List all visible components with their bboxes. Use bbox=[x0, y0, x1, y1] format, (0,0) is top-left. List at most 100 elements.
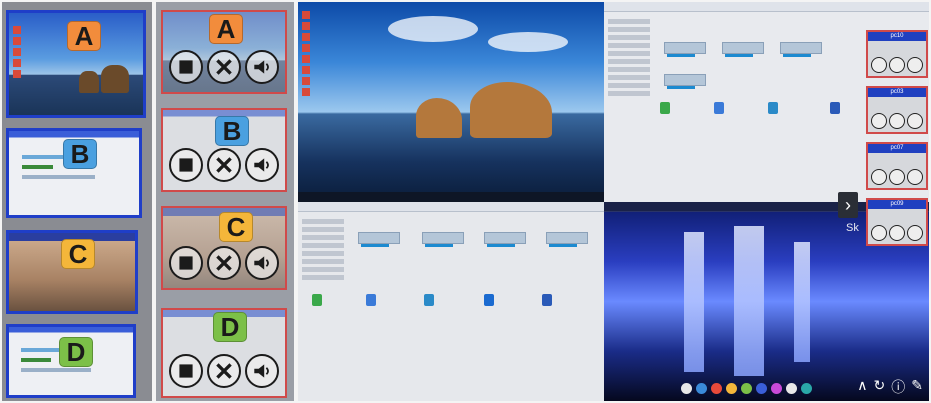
control-card-c[interactable]: C bbox=[161, 206, 287, 290]
control-card-b[interactable]: B bbox=[161, 108, 287, 192]
waterfall-image bbox=[734, 226, 764, 376]
stop-button[interactable] bbox=[169, 148, 203, 182]
dock-app-icon[interactable] bbox=[801, 383, 812, 394]
pen-icon[interactable]: ✎ bbox=[911, 377, 923, 397]
close-x-icon[interactable] bbox=[889, 169, 905, 185]
control-card-d[interactable]: D bbox=[161, 308, 287, 398]
card-label: A bbox=[67, 21, 101, 51]
refresh-icon[interactable]: ↻ bbox=[874, 377, 886, 397]
card-label: D bbox=[59, 337, 93, 367]
stop-icon[interactable] bbox=[871, 57, 887, 73]
quadrant-explorer-bottom[interactable] bbox=[298, 202, 604, 401]
file-icon[interactable] bbox=[830, 102, 840, 114]
dock-app-icon[interactable] bbox=[771, 383, 782, 394]
overlay-text: Sk bbox=[846, 222, 859, 234]
disconnect-button[interactable] bbox=[207, 354, 241, 388]
rock-arch-image bbox=[79, 71, 99, 93]
disconnect-button[interactable] bbox=[207, 246, 241, 280]
drive-icon[interactable] bbox=[722, 42, 764, 57]
quadrant-desktop[interactable] bbox=[298, 2, 604, 202]
file-icon[interactable] bbox=[542, 294, 552, 306]
volume-icon[interactable] bbox=[907, 57, 923, 73]
rock-arch-image bbox=[101, 65, 129, 93]
file-icon[interactable] bbox=[768, 102, 778, 114]
control-panel: A B C D bbox=[156, 2, 294, 401]
chevron-right-icon[interactable]: › bbox=[838, 192, 858, 218]
taskbar[interactable] bbox=[298, 192, 604, 202]
file-icon[interactable] bbox=[366, 294, 376, 306]
thumbnail-card-d[interactable]: D bbox=[6, 324, 136, 398]
volume-button[interactable] bbox=[245, 246, 279, 280]
stop-icon[interactable] bbox=[871, 113, 887, 129]
stop-icon[interactable] bbox=[871, 169, 887, 185]
close-x-icon bbox=[216, 363, 232, 379]
side-control-card[interactable]: pc09 bbox=[866, 198, 928, 246]
close-x-icon bbox=[216, 157, 232, 173]
rock-arch-image bbox=[470, 82, 552, 138]
drive-icon[interactable] bbox=[664, 74, 706, 89]
stop-icon[interactable] bbox=[871, 225, 887, 241]
large-display: ∧ ↻ ⓘ ✎ › Sk pc10 pc03 pc07 pc09 bbox=[298, 2, 929, 401]
stop-icon bbox=[179, 60, 193, 74]
file-icon[interactable] bbox=[714, 102, 724, 114]
dock-app-icon[interactable] bbox=[741, 383, 752, 394]
volume-button[interactable] bbox=[245, 148, 279, 182]
dock-app-icon[interactable] bbox=[681, 383, 692, 394]
dock-app-icon[interactable] bbox=[756, 383, 767, 394]
waterfall-image bbox=[794, 242, 810, 362]
close-x-icon[interactable] bbox=[889, 113, 905, 129]
thumbnail-panel: A B C D bbox=[2, 2, 152, 401]
volume-button[interactable] bbox=[245, 50, 279, 84]
drive-icon[interactable] bbox=[546, 232, 588, 247]
app-dock[interactable] bbox=[644, 383, 849, 397]
disconnect-button[interactable] bbox=[207, 50, 241, 84]
close-x-icon bbox=[216, 255, 232, 271]
dock-app-icon[interactable] bbox=[786, 383, 797, 394]
dock-app-icon[interactable] bbox=[726, 383, 737, 394]
drive-icon[interactable] bbox=[422, 232, 464, 247]
thumbnail-card-c[interactable]: C bbox=[6, 230, 138, 314]
rock-arch-image bbox=[416, 98, 462, 138]
up-arrow-icon[interactable]: ∧ bbox=[857, 377, 867, 397]
card-title: pc10 bbox=[868, 32, 926, 41]
side-control-card[interactable]: pc10 bbox=[866, 30, 928, 78]
stop-button[interactable] bbox=[169, 246, 203, 280]
volume-icon[interactable] bbox=[907, 225, 923, 241]
file-icon[interactable] bbox=[312, 294, 322, 306]
dock-app-icon[interactable] bbox=[696, 383, 707, 394]
stop-button[interactable] bbox=[169, 354, 203, 388]
desktop-icons bbox=[302, 8, 316, 99]
control-card-a[interactable]: A bbox=[161, 10, 287, 94]
window-titlebar bbox=[604, 2, 929, 12]
card-label: A bbox=[209, 14, 243, 44]
side-control-card[interactable]: pc03 bbox=[866, 86, 928, 134]
drive-icon[interactable] bbox=[358, 232, 400, 247]
card-label: B bbox=[63, 139, 97, 169]
volume-icon bbox=[254, 364, 269, 378]
disconnect-button[interactable] bbox=[207, 148, 241, 182]
close-x-icon[interactable] bbox=[889, 57, 905, 73]
thumbnail-card-a[interactable]: A bbox=[6, 10, 146, 118]
window-titlebar bbox=[298, 202, 604, 212]
volume-icon[interactable] bbox=[907, 113, 923, 129]
volume-button[interactable] bbox=[245, 354, 279, 388]
file-icon[interactable] bbox=[424, 294, 434, 306]
stop-button[interactable] bbox=[169, 50, 203, 84]
card-label: D bbox=[213, 312, 247, 342]
info-icon[interactable]: ⓘ bbox=[891, 377, 905, 397]
thumbnail-card-b[interactable]: B bbox=[6, 128, 142, 218]
volume-icon bbox=[254, 158, 269, 172]
side-control-card[interactable]: pc07 bbox=[866, 142, 928, 190]
drive-icon[interactable] bbox=[780, 42, 822, 57]
dock-app-icon[interactable] bbox=[711, 383, 722, 394]
drive-icon[interactable] bbox=[484, 232, 526, 247]
card-label: B bbox=[215, 116, 249, 146]
explorer-sidebar bbox=[608, 16, 650, 188]
stop-icon bbox=[179, 158, 193, 172]
file-icon[interactable] bbox=[660, 102, 670, 114]
file-icon[interactable] bbox=[484, 294, 494, 306]
drive-icon[interactable] bbox=[664, 42, 706, 57]
close-x-icon[interactable] bbox=[889, 225, 905, 241]
volume-icon bbox=[254, 256, 269, 270]
volume-icon[interactable] bbox=[907, 169, 923, 185]
